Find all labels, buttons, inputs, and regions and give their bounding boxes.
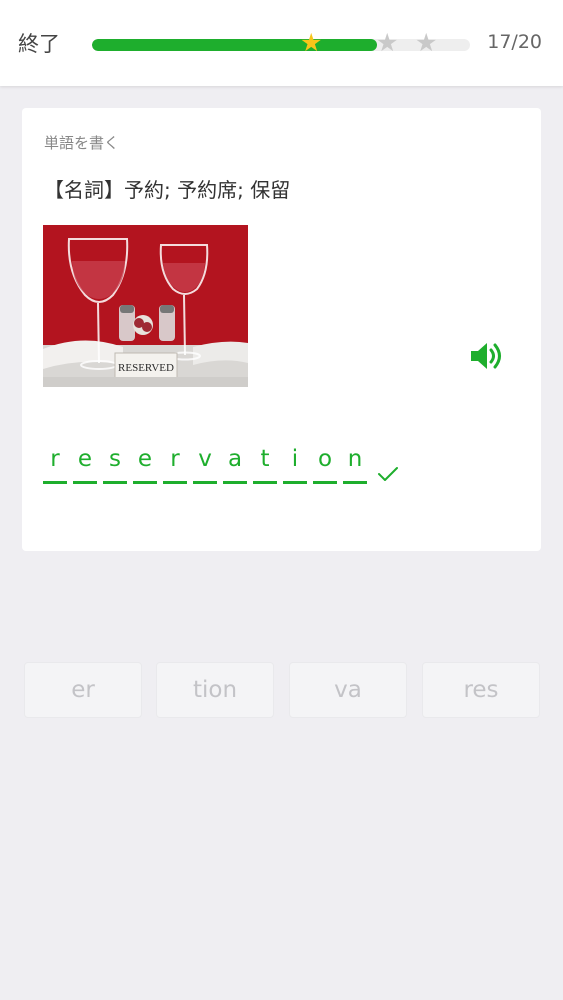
letter-underline — [43, 481, 67, 484]
letter: r — [170, 446, 180, 472]
letter-underline — [313, 481, 337, 484]
letter: o — [317, 446, 333, 472]
progress-fill — [92, 39, 377, 51]
letter-slot: r — [163, 444, 187, 488]
letter-underline — [253, 481, 277, 484]
answer-field: r e s e r v a t i o n — [43, 444, 401, 488]
letter-slot: a — [223, 444, 247, 488]
definition-text: 【名詞】予約; 予約席; 保留 — [44, 178, 291, 202]
letter-underline — [223, 481, 247, 484]
syllable-tile-res[interactable]: res — [422, 662, 540, 718]
letter-slot: r — [43, 444, 67, 488]
letter-slot: e — [133, 444, 157, 488]
syllable-tile-er[interactable]: er — [24, 662, 142, 718]
letter-slot: e — [73, 444, 97, 488]
letter-slot: o — [313, 444, 337, 488]
quit-button[interactable]: 終了 — [18, 28, 60, 58]
prompt-label: 単語を書く — [44, 134, 120, 152]
syllable-tile-va[interactable]: va — [289, 662, 407, 718]
letter-underline — [193, 481, 217, 484]
letter: e — [77, 446, 93, 472]
letter-slot: t — [253, 444, 277, 488]
star-icon: ★ — [376, 28, 399, 57]
question-card: 単語を書く 【名詞】予約; 予約席; 保留 RESERVED r e s e r… — [22, 108, 541, 551]
letter: e — [137, 446, 153, 472]
letter-underline — [103, 481, 127, 484]
checkmark-icon — [375, 444, 401, 488]
star-icon: ★ — [415, 28, 438, 57]
letter: r — [50, 446, 60, 472]
letter-slot: i — [283, 444, 307, 488]
letter-underline — [343, 481, 367, 484]
syllable-tile-tion[interactable]: tion — [156, 662, 274, 718]
letter: a — [227, 446, 243, 472]
letter-slot: v — [193, 444, 217, 488]
letter: i — [291, 446, 299, 472]
reserved-sign-text: RESERVED — [118, 362, 174, 374]
letter-underline — [283, 481, 307, 484]
syllable-tiles: er tion va res — [24, 662, 541, 718]
word-illustration: RESERVED — [43, 225, 248, 387]
question-counter: 17/20 — [487, 31, 542, 53]
letter: v — [198, 446, 212, 472]
letter-slot: n — [343, 444, 367, 488]
letter-underline — [133, 481, 157, 484]
letter: n — [347, 446, 363, 472]
letter-slot: s — [103, 444, 127, 488]
star-icon: ★ — [300, 28, 323, 57]
progress-bar — [92, 39, 470, 51]
top-bar: 終了 ★ ★ ★ 17/20 — [0, 0, 563, 86]
letter: s — [109, 446, 121, 472]
letter: t — [260, 446, 270, 472]
play-audio-button[interactable] — [468, 337, 506, 375]
speaker-icon — [471, 343, 501, 369]
letter-underline — [163, 481, 187, 484]
letter-underline — [73, 481, 97, 484]
